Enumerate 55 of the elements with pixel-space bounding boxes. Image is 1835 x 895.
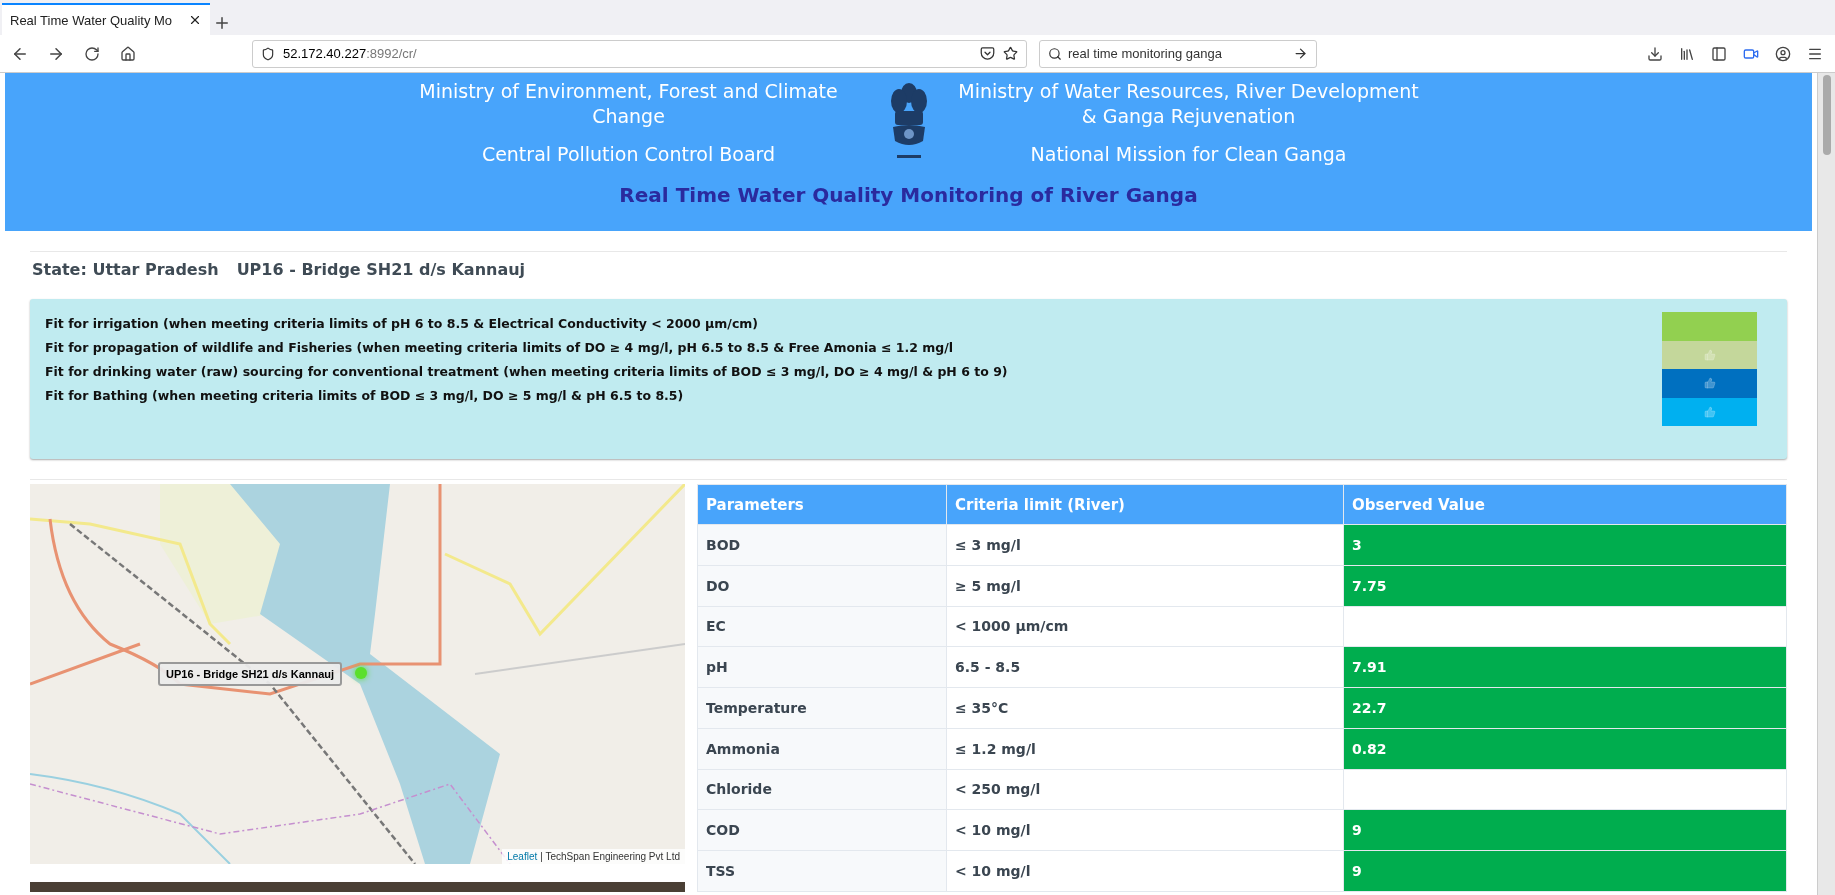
column-header: Criteria limit (River) [946, 484, 1344, 525]
table-cell: ≤ 1.2 mg/l [946, 728, 1344, 770]
table-cell: 7.75 [1343, 565, 1787, 607]
table-cell: < 250 mg/l [946, 769, 1344, 810]
close-icon[interactable] [188, 13, 202, 27]
star-icon[interactable] [1003, 46, 1018, 61]
pocket-icon[interactable] [980, 46, 995, 61]
table-cell: Temperature [697, 687, 947, 729]
table-cell: DO [697, 565, 947, 607]
page-title: Real Time Water Quality Monitoring of River Ganga [619, 183, 1198, 208]
table-cell: EC [697, 606, 947, 647]
table-cell: 3 [1343, 524, 1787, 566]
table-cell: TSS [697, 850, 947, 892]
ministry-name: Ministry of Environment, Forest and Climate Change [418, 79, 839, 129]
table-cell: 9 [1343, 850, 1787, 892]
criteria-text: Fit for propagation of wildlife and Fisheries (when meeting criteria limits of DO ≥ 4 mg/l, pH 6.5 to 8.5 & Free Amonia ≤ 1.2 mg/l [45, 340, 955, 355]
ministry-name: Central Pollution Control Board [481, 142, 776, 168]
shield-icon [261, 46, 275, 61]
criteria-text: Fit for irrigation (when meeting criteria limits of pH 6 to 8.5 & Electrical Conductivity < 2000 µm/cm) [45, 316, 760, 331]
table-cell: Chloride [697, 769, 947, 810]
station-name: UP16 - Bridge SH21 d/s Kannauj [236, 260, 526, 279]
search-field[interactable]: real time monitoring ganga [1039, 39, 1317, 68]
table-cell: 0.82 [1343, 728, 1787, 770]
table-cell: < 10 mg/l [946, 809, 1344, 851]
table-cell: BOD [697, 524, 947, 566]
arrow-icon[interactable] [1293, 46, 1308, 61]
search-icon [1048, 46, 1062, 61]
column-header: Parameters [697, 484, 947, 525]
scrollbar[interactable] [1817, 73, 1835, 895]
browser-tab[interactable]: Real Time Water Quality Mo [2, 3, 210, 35]
ministry-name: National Mission for Clean Ganga [1030, 142, 1347, 168]
thumbs-up-icon [1703, 405, 1716, 418]
criteria-text: Fit for Bathing (when meeting criteria limits of BOD ≤ 3 mg/l, DO ≥ 5 mg/l & pH 6.5 to 8.5) [45, 388, 685, 403]
column-header: Observed Value [1343, 484, 1787, 525]
marker-label: UP16 - Bridge SH21 d/s Kannauj [158, 662, 343, 686]
table-cell: < 1000 µm/cm [946, 606, 1344, 647]
thumbs-up-icon [1703, 377, 1716, 390]
table-cell: 22.7 [1343, 687, 1787, 729]
table-cell: COD [697, 809, 947, 851]
table-cell: ≥ 5 mg/l [946, 565, 1344, 607]
address-field[interactable]: 52.172.40.227:8992/cr/ [252, 39, 1027, 68]
table-cell: Ammonia [697, 728, 947, 770]
state-label: State: Uttar Pradesh [32, 260, 219, 279]
attribution-text: | TechSpan Engineering Pvt Ltd [540, 851, 680, 862]
table-cell: 9 [1343, 809, 1787, 851]
table-cell: 6.5 - 8.5 [946, 646, 1344, 688]
table-cell: < 10 mg/l [946, 850, 1344, 892]
criteria-text: Fit for drinking water (raw) sourcing for conventional treatment (when meeting criteria limits of BOD ≤ 3 mg/l, DO ≥ 4 mg/l & pH 6 to 9) [45, 364, 1008, 379]
table-cell: pH [697, 646, 947, 688]
table-cell: ≤ 3 mg/l [946, 524, 1344, 566]
leaflet-link[interactable]: Leaflet [507, 851, 538, 862]
ministry-name: Ministry of Water Resources, River Development & Ganga Rejuvenation [957, 79, 1420, 129]
table-cell: ≤ 35°C [946, 687, 1344, 729]
table-cell: 7.91 [1343, 646, 1787, 688]
thumbs-up-icon [1703, 348, 1716, 361]
